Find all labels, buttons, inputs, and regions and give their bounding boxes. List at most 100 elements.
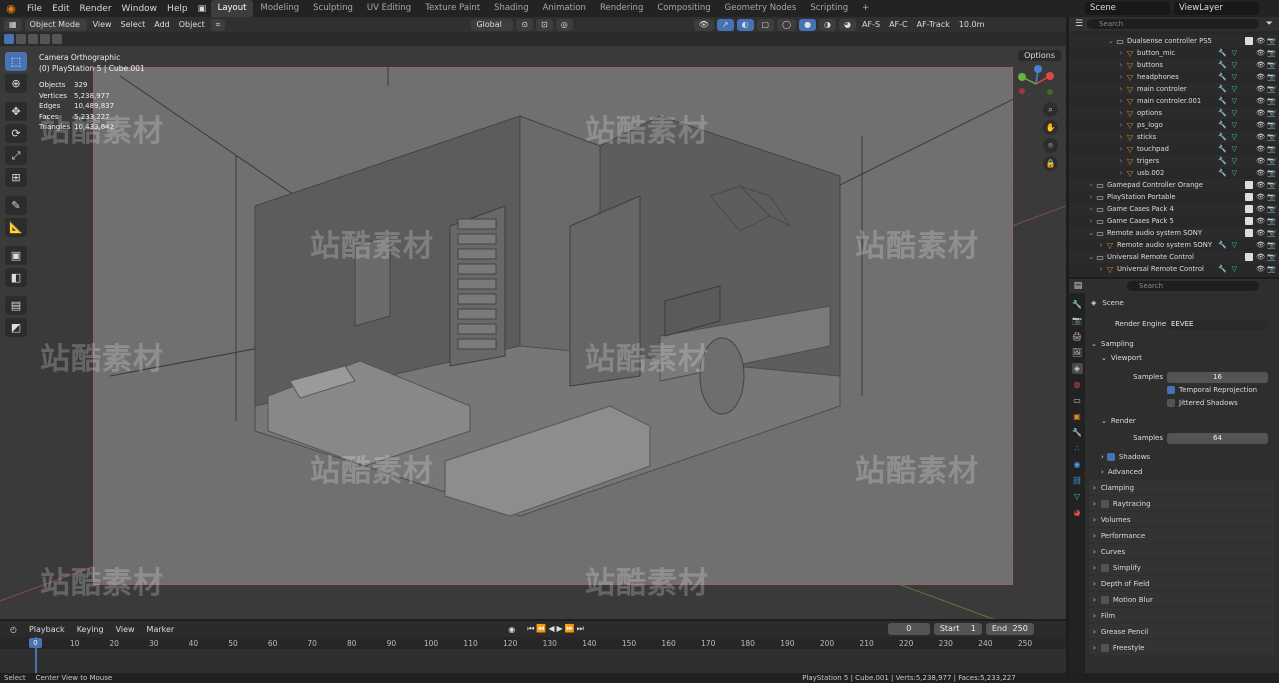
panel-enable-checkbox[interactable] (1100, 563, 1109, 572)
panel-freestyle[interactable]: › Freestyle (1089, 640, 1275, 655)
timeline-editor-icon[interactable]: ◴ (6, 625, 21, 634)
chevron-down-icon[interactable]: ⌄ (1087, 253, 1095, 261)
chevron-right-icon[interactable]: › (1087, 217, 1095, 225)
render-camera-icon[interactable]: 📷 (1267, 85, 1276, 93)
tab-scripting[interactable]: Scripting (803, 0, 855, 17)
pan-hand-icon[interactable]: ✋ (1043, 120, 1058, 135)
render-camera-icon[interactable]: 📷 (1267, 193, 1276, 201)
panel-raytracing[interactable]: › Raytracing (1089, 496, 1275, 511)
subpanel-advanced[interactable]: › Advanced (1085, 465, 1279, 479)
render-camera-icon[interactable]: 📷 (1267, 145, 1276, 153)
mesh-data-icon[interactable]: ▽ (1232, 85, 1237, 93)
visibility-eye-icon[interactable]: 👁 (1256, 169, 1265, 177)
filter-icon[interactable]: ⏷ (1266, 19, 1273, 29)
outliner-editor-icon[interactable]: ☰ (1075, 19, 1083, 29)
chevron-right-icon[interactable]: › (1117, 61, 1125, 69)
constraints-tab-icon[interactable]: ⛓ (1072, 475, 1083, 486)
render-engine-select[interactable]: EEVEE (1167, 318, 1268, 330)
chevron-right-icon[interactable]: › (1117, 133, 1125, 141)
tab-texture-paint[interactable]: Texture Paint (418, 0, 487, 17)
mesh-data-icon[interactable]: ▽ (1232, 169, 1237, 177)
measure-tool-icon[interactable]: 📐 (5, 218, 27, 237)
outliner-row[interactable]: › ▽ options 🔧 ▽ 👁 📷 (1069, 107, 1279, 119)
exclude-checkbox[interactable] (1245, 37, 1253, 45)
tool-tab-icon[interactable]: 🔧 (1072, 299, 1083, 310)
visibility-eye-icon[interactable]: 👁 (1256, 205, 1265, 213)
auto-key-icon[interactable]: ◉ (504, 625, 519, 634)
outliner-row[interactable]: ⌄ ▭ Universal Remote Control 👁 📷 (1069, 251, 1279, 263)
modifier-icon[interactable]: 🔧 (1218, 241, 1227, 249)
visibility-eye-icon[interactable]: 👁 (1256, 217, 1265, 225)
exclude-checkbox[interactable] (1245, 229, 1253, 237)
visibility-eye-icon[interactable]: 👁 (1256, 241, 1265, 249)
shadows-checkbox[interactable] (1106, 453, 1115, 461)
mesh-data-icon[interactable]: ▽ (1232, 265, 1237, 273)
cursor-tool-icon[interactable]: ⊕ (5, 74, 27, 93)
panel-enable-checkbox[interactable] (1100, 595, 1109, 604)
tab-compositing[interactable]: Compositing (650, 0, 717, 17)
visibility-eye-icon[interactable]: 👁 (1256, 133, 1265, 141)
camera-view-icon[interactable]: ▤ (5, 296, 27, 315)
data-tab-icon[interactable]: ▽ (1072, 491, 1083, 502)
chevron-right-icon[interactable]: › (1117, 121, 1125, 129)
panel-curves[interactable]: › Curves (1089, 544, 1275, 559)
chevron-right-icon[interactable]: › (1087, 193, 1095, 201)
panel-motion-blur[interactable]: › Motion Blur (1089, 592, 1275, 607)
xray-icon[interactable]: ▢ (756, 18, 775, 31)
menu-marker[interactable]: Marker (143, 625, 179, 634)
modifier-icon[interactable]: 🔧 (1218, 169, 1227, 177)
mesh-data-icon[interactable]: ▽ (1232, 73, 1237, 81)
chevron-down-icon[interactable]: ⌄ (1107, 37, 1115, 45)
jittered-shadows-checkbox[interactable] (1167, 399, 1175, 407)
overlays-icon[interactable]: ◐ (736, 18, 754, 31)
shading-material-icon[interactable]: ◑ (819, 18, 837, 31)
render-camera-icon[interactable]: 📷 (1267, 121, 1276, 129)
select-invert-icon[interactable] (40, 34, 50, 44)
chevron-right-icon[interactable]: › (1117, 49, 1125, 57)
render-camera-icon[interactable]: 📷 (1267, 133, 1276, 141)
lock-camera-icon[interactable]: 🔒 (1043, 156, 1058, 171)
playhead-frame-badge[interactable]: 0 (29, 638, 42, 648)
select-box-tool-icon[interactable]: ⬚ (5, 52, 27, 71)
select-intersect-icon[interactable] (52, 34, 62, 44)
navigation-gizmo-icon[interactable] (1016, 64, 1056, 104)
visibility-eye-icon[interactable]: 👁 (1256, 109, 1265, 117)
outliner-search-input[interactable]: Search (1087, 19, 1259, 29)
start-frame-field[interactable]: Start 1 (933, 623, 982, 635)
render-camera-icon[interactable]: 📷 (1267, 181, 1276, 189)
chevron-down-icon[interactable]: ⌄ (1087, 229, 1095, 237)
tab-rendering[interactable]: Rendering (593, 0, 650, 17)
gizmos-icon[interactable]: ↗ (716, 18, 734, 31)
modifier-tab-icon[interactable]: 🔧 (1072, 427, 1083, 438)
chevron-right-icon[interactable]: › (1117, 145, 1125, 153)
camera-view-toggle-icon[interactable]: ⌾ (1043, 138, 1058, 153)
playback-controls-icon[interactable]: ⏮⏪◀▶⏩⏭ (523, 624, 590, 634)
scene-selector[interactable]: Scene (1085, 2, 1170, 15)
properties-search-input[interactable]: Search (1127, 281, 1259, 291)
shading-solid-icon[interactable]: ● (799, 18, 817, 31)
outliner-row[interactable]: › ▽ Remote audio system SONY 🔧 ▽ 👁 📷 (1069, 239, 1279, 251)
visibility-eye-icon[interactable]: 👁 (1256, 85, 1265, 93)
visibility-eye-icon[interactable]: 👁 (1256, 61, 1265, 69)
menu-file[interactable]: File (22, 4, 47, 14)
scale-tool-icon[interactable]: ⤢ (5, 146, 27, 165)
render-camera-icon[interactable]: 📷 (1267, 97, 1276, 105)
chevron-right-icon[interactable]: › (1097, 265, 1105, 273)
af-s-label[interactable]: AF-S (859, 20, 883, 29)
modifier-icon[interactable]: 🔧 (1218, 145, 1227, 153)
panel-simplify[interactable]: › Simplify (1089, 560, 1275, 575)
jittered-shadows-row[interactable]: Jittered Shadows (1085, 396, 1279, 410)
options-button[interactable]: Options (1018, 50, 1061, 61)
mode-selector[interactable]: Object Mode (24, 18, 87, 31)
pivot-icon[interactable]: ⊙ (516, 18, 534, 31)
menu-object[interactable]: Object (176, 20, 208, 29)
render-camera-icon[interactable]: 📷 (1267, 229, 1276, 237)
visibility-eye-icon[interactable]: 👁 (1256, 73, 1265, 81)
view-layer-selector[interactable]: ViewLayer (1174, 2, 1259, 15)
shading-wireframe-icon[interactable]: ◯ (777, 18, 797, 31)
render-camera-icon[interactable]: 📷 (1267, 217, 1276, 225)
focal-distance-label[interactable]: 10.0m (956, 20, 988, 29)
proportional-edit-icon[interactable]: ◎ (555, 18, 573, 31)
exclude-checkbox[interactable] (1245, 181, 1253, 189)
menu-keying[interactable]: Keying (73, 625, 108, 634)
